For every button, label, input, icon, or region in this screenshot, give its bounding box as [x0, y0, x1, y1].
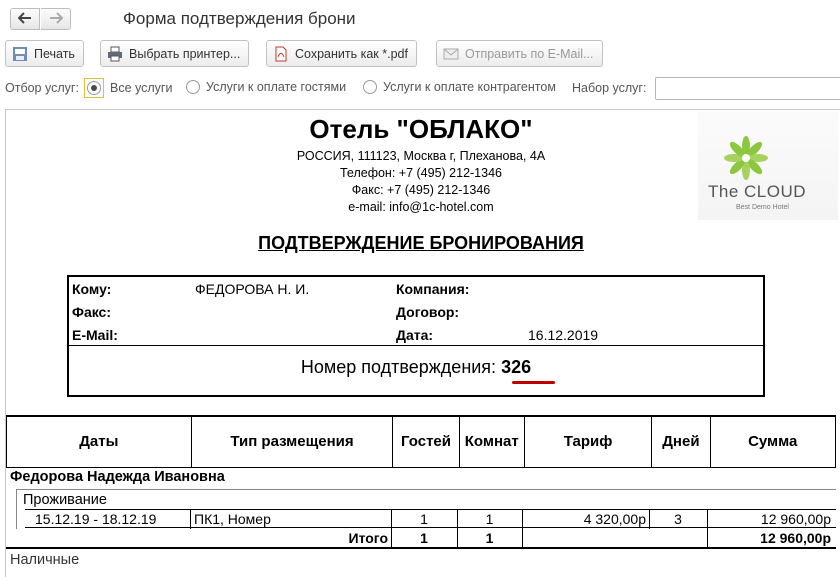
- hotel-fax: Факс: +7 (495) 212-1346: [351, 183, 491, 197]
- radio-all-services[interactable]: Все услуги: [84, 78, 172, 98]
- radio-checked-icon: [87, 81, 101, 95]
- select-printer-label: Выбрать принтер...: [129, 46, 241, 61]
- radio-agent-label: Услуги к оплате контрагентом: [383, 80, 556, 94]
- info-separator: [69, 345, 763, 346]
- guest-name: Федорова Надежда Ивановна: [10, 469, 225, 485]
- service-filter-row: Отбор услуг: Все услуги Услуги к оплате …: [0, 76, 840, 102]
- printer-icon: [107, 46, 123, 62]
- confirmation-title: ПОДТВЕРЖДЕНИЕ БРОНИРОВАНИЯ: [258, 233, 584, 253]
- window-title: Форма подтверждения брони: [123, 9, 356, 28]
- confirmation-number-line: Номер подтверждения: 326: [69, 357, 763, 378]
- row-accommodation: ПК1, Номер: [194, 511, 271, 527]
- confirmation-document: The CLOUD Best Demo Hotel Отель "ОБЛАКО"…: [6, 110, 840, 577]
- total-label: Итого: [348, 530, 388, 546]
- confirmation-number: 326: [501, 357, 532, 377]
- to-value: ФЕДОРОВА Н. И.: [195, 281, 310, 297]
- radio-unchecked-icon: [363, 80, 377, 94]
- filter-label: Отбор услуг:: [5, 81, 79, 95]
- company-label: Компания:: [396, 281, 470, 297]
- row-days: 3: [674, 511, 682, 527]
- col-rate: Тариф: [523, 415, 653, 468]
- print-button[interactable]: Печать: [5, 40, 84, 67]
- row-guests: 1: [420, 511, 428, 527]
- print-icon: [12, 46, 28, 62]
- confirmation-number-label: Номер подтверждения:: [300, 357, 497, 377]
- radio-all-label: Все услуги: [110, 81, 173, 95]
- hotel-name: Отель "ОБЛАКО": [309, 114, 533, 144]
- back-button[interactable]: [10, 8, 40, 30]
- toolbar: Печать Выбрать принтер... Сохранить как …: [0, 40, 840, 68]
- row-dates: 15.12.19 - 18.12.19: [35, 511, 157, 527]
- radio-guest-services[interactable]: Услуги к оплате гостями: [186, 80, 346, 94]
- col-dates: Даты: [6, 415, 192, 468]
- payment-method: Наличные: [10, 552, 80, 568]
- col-sum: Сумма: [709, 415, 836, 468]
- print-label: Печать: [34, 46, 75, 61]
- confirmation-number-underline: [512, 381, 555, 384]
- service-set-input[interactable]: [655, 77, 840, 100]
- total-rooms: 1: [485, 530, 494, 546]
- total-row: Итого 1 1 12 960,00р: [6, 528, 836, 549]
- hotel-phone: Телефон: +7 (495) 212-1346: [339, 166, 502, 180]
- send-email-label: Отправить по E-Mail...: [465, 46, 594, 61]
- document-viewer[interactable]: The CLOUD Best Demo Hotel Отель "ОБЛАКО"…: [5, 109, 840, 577]
- col-guests: Гостей: [392, 415, 460, 468]
- total-sum: 12 960,00р: [760, 530, 831, 546]
- email-icon: [443, 46, 459, 62]
- row-divider: [522, 528, 523, 549]
- to-label: Кому:: [72, 281, 112, 297]
- send-email-button[interactable]: Отправить по E-Mail...: [436, 40, 603, 67]
- title-bar: Форма подтверждения брони: [0, 0, 840, 38]
- save-pdf-label: Сохранить как *.pdf: [295, 46, 408, 61]
- service-group-label: Проживание: [23, 492, 107, 508]
- col-rooms: Комнат: [458, 415, 525, 468]
- row-divider: [190, 510, 191, 529]
- hotel-address: РОССИЯ, 111123, Москва г, Плеханова, 4А: [296, 149, 546, 163]
- recipient-info-box: Кому: ФЕДОРОВА Н. И. Факс: E-Mail: Компа…: [67, 275, 765, 397]
- booking-table-header: Даты Тип размещения Гостей Комнат Тариф …: [6, 415, 836, 468]
- radio-guest-label: Услуги к оплате гостями: [206, 80, 347, 94]
- arrow-left-icon: [17, 11, 32, 28]
- save-pdf-button[interactable]: Сохранить как *.pdf: [266, 40, 417, 67]
- hotel-email: e-mail: info@1c-hotel.com: [348, 200, 494, 214]
- row-rate: 4 320,00р: [583, 511, 646, 527]
- date-label: Дата:: [396, 327, 434, 343]
- radio-focus-frame: [84, 78, 104, 98]
- col-accommodation: Тип размещения: [190, 415, 394, 468]
- pdf-icon: [273, 46, 289, 62]
- email-label: E-Mail:: [72, 327, 118, 343]
- select-printer-button[interactable]: Выбрать принтер...: [100, 40, 250, 67]
- total-guests: 1: [420, 530, 428, 546]
- row-sum: 12 960,00р: [760, 511, 831, 527]
- row-rooms: 1: [485, 511, 494, 527]
- table-row: 15.12.19 - 18.12.19 ПК1, Номер 1 1 4 320…: [25, 509, 836, 529]
- fax-label: Факс:: [72, 304, 112, 320]
- contract-label: Договор:: [396, 304, 460, 320]
- forward-button[interactable]: [41, 8, 71, 30]
- radio-agent-services[interactable]: Услуги к оплате контрагентом: [363, 80, 556, 94]
- date-value: 16.12.2019: [528, 327, 599, 343]
- arrow-right-icon: [49, 11, 63, 28]
- col-days: Дней: [651, 415, 711, 468]
- radio-unchecked-icon: [186, 80, 200, 94]
- service-set-label: Набор услуг:: [572, 81, 647, 95]
